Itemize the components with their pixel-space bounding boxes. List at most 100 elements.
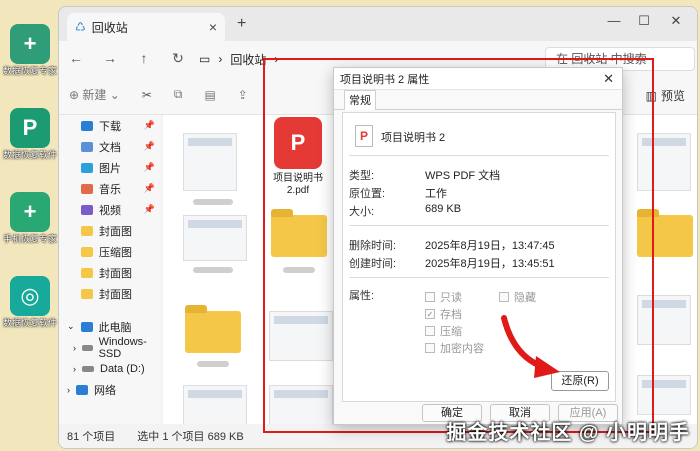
watermark: 掘金技术社区 @ 小明明手 — [446, 422, 690, 444]
chevron-right-icon: › — [73, 363, 76, 374]
refresh-button[interactable]: ↻ — [161, 50, 195, 67]
file-label — [197, 361, 229, 367]
deleted-key: 删除时间: — [349, 240, 397, 252]
video-icon — [81, 204, 93, 215]
file-name-field[interactable]: 项目说明书 2 — [381, 129, 445, 145]
type-row: 类型: WPS PDF 文档 — [349, 167, 500, 183]
folder-icon — [81, 246, 93, 257]
readonly-checkbox[interactable]: 只读 — [425, 289, 462, 305]
navigation-pane: 下载 📌 文档 📌 图片 📌 音乐 📌 视频 📌 封面图 压缩图 封面图 封面图 ⌄ 此电脑… — [59, 115, 161, 425]
general-tab-panel: P 项目说明书 2 类型: WPS PDF 文档 原位置: 工作 大小: 689 KB… — [342, 112, 616, 402]
new-button[interactable]: ⊕ 新建 ⌄ — [69, 86, 120, 103]
chevron-right-icon: › — [218, 52, 223, 66]
file-thumbnail[interactable] — [183, 385, 247, 425]
minimize-button[interactable]: — — [599, 13, 629, 28]
drive-icon — [82, 365, 94, 372]
document-icon — [81, 141, 93, 152]
close-tab-icon[interactable]: × — [209, 19, 217, 35]
pdf-icon: P — [355, 125, 373, 147]
folder-icon — [81, 267, 93, 278]
new-tab-button[interactable]: + — [237, 15, 246, 33]
close-dialog-icon[interactable]: ✕ — [603, 71, 614, 87]
sidebar-item-label: 压缩图 — [99, 246, 132, 259]
pin-icon: 📌 — [143, 183, 155, 193]
folder-icon — [81, 288, 93, 299]
cut-icon[interactable]: ✂ — [142, 88, 152, 102]
new-label: 新建 — [82, 88, 107, 102]
file-thumbnail[interactable] — [183, 215, 247, 261]
readonly-label: 只读 — [440, 292, 462, 304]
sidebar-item-label: Data (D:) — [100, 362, 145, 375]
sidebar-item-data-drive[interactable]: › Data (D:) — [59, 358, 161, 379]
location-row: 原位置: 工作 — [349, 185, 447, 201]
sidebar-item-music[interactable]: 音乐 📌 — [59, 178, 161, 199]
sidebar-item-downloads[interactable]: 下载 📌 — [59, 115, 161, 136]
recovery-software-icon: P — [10, 108, 50, 148]
attributes-key: 属性: — [349, 290, 375, 302]
sidebar-item-folder[interactable]: 封面图 — [59, 220, 161, 241]
sidebar-item-pictures[interactable]: 图片 📌 — [59, 157, 161, 178]
sidebar-item-network[interactable]: › 网络 — [59, 379, 161, 400]
share-icon[interactable]: ⇪ — [238, 88, 248, 102]
back-button[interactable]: ← — [59, 50, 93, 66]
close-window-button[interactable]: ✕ — [661, 13, 691, 29]
created-row: 创建时间: 2025年8月19日，13:45:51 — [349, 255, 555, 271]
download-icon — [81, 120, 93, 131]
sidebar-item-folder[interactable]: 封面图 — [59, 283, 161, 304]
breadcrumb[interactable]: 回收站 — [230, 51, 266, 68]
sidebar-item-label: 封面图 — [99, 267, 132, 280]
divider — [349, 277, 609, 278]
sidebar-item-label: 图片 — [99, 162, 121, 175]
divider — [349, 155, 609, 156]
sidebar-item-label: 文档 — [99, 141, 121, 154]
file-label — [193, 199, 233, 205]
size-key: 大小: — [349, 206, 375, 218]
network-icon — [76, 384, 88, 395]
encrypt-checkbox[interactable]: 加密内容 — [425, 340, 484, 356]
dialog-title-bar: 项目说明书 2 属性 — [334, 68, 622, 90]
sidebar-item-folder[interactable]: 封面图 — [59, 262, 161, 283]
file-thumbnail[interactable] — [183, 133, 237, 191]
archive-label: 存档 — [440, 309, 462, 321]
tab-general[interactable]: 常规 — [344, 90, 376, 110]
sidebar-item-label: 音乐 — [99, 183, 121, 196]
desktop-icon-2[interactable]: P 数据恢复软件 — [2, 108, 58, 161]
archive-checkbox[interactable]: ✓ 存档 — [425, 306, 462, 322]
sidebar-item-folder[interactable]: 压缩图 — [59, 241, 161, 262]
compress-checkbox[interactable]: 压缩 — [425, 323, 462, 339]
created-key: 创建时间: — [349, 258, 397, 270]
sidebar-item-label: 封面图 — [99, 288, 132, 301]
data-recovery-tool-icon: ◎ — [10, 276, 50, 316]
sidebar-item-windows-ssd[interactable]: › Windows-SSD — [59, 335, 161, 360]
tab-recycle-bin[interactable]: ♺ 回收站 × — [67, 13, 225, 41]
sidebar-item-label: Windows-SSD — [98, 335, 147, 360]
location-value: 工作 — [425, 188, 447, 200]
desktop-icon-label: 数据恢复软件 — [2, 150, 57, 160]
size-value: 689 KB — [425, 203, 462, 215]
desktop-icon-1[interactable]: + 数据恢复专家 — [2, 24, 58, 77]
desktop-icon-3[interactable]: + 手机恢复专家 — [2, 192, 58, 245]
item-count: 81 个项目 — [67, 431, 116, 443]
forward-button[interactable]: → — [93, 50, 127, 66]
sidebar-item-videos[interactable]: 视频 📌 — [59, 199, 161, 220]
hidden-checkbox[interactable]: 隐藏 — [499, 289, 536, 305]
folder-icon[interactable] — [185, 305, 241, 353]
copy-icon[interactable]: ⧉ — [174, 87, 183, 102]
size-row: 大小: 689 KB — [349, 203, 461, 219]
desktop-icon-4[interactable]: ◎ 数据恢复软件 — [2, 276, 58, 329]
paste-icon[interactable]: ▤ — [204, 88, 215, 102]
up-button[interactable]: ↑ — [127, 50, 161, 66]
pin-icon: 📌 — [143, 204, 155, 214]
pin-icon: 📌 — [143, 141, 155, 151]
sidebar-item-label: 网络 — [94, 384, 116, 397]
checkbox-box — [425, 343, 435, 353]
recycle-bin-icon: ♺ — [75, 20, 86, 34]
chevron-down-icon: ⌄ — [67, 321, 75, 331]
selection-info: 选中 1 个项目 689 KB — [137, 431, 244, 443]
maximize-button[interactable]: ☐ — [629, 13, 659, 29]
sidebar-item-this-pc[interactable]: ⌄ 此电脑 — [59, 316, 161, 337]
sidebar-item-documents[interactable]: 文档 📌 — [59, 136, 161, 157]
chevron-right-icon: › — [67, 384, 70, 395]
pin-icon: 📌 — [143, 120, 155, 130]
type-value: WPS PDF 文档 — [425, 170, 501, 182]
